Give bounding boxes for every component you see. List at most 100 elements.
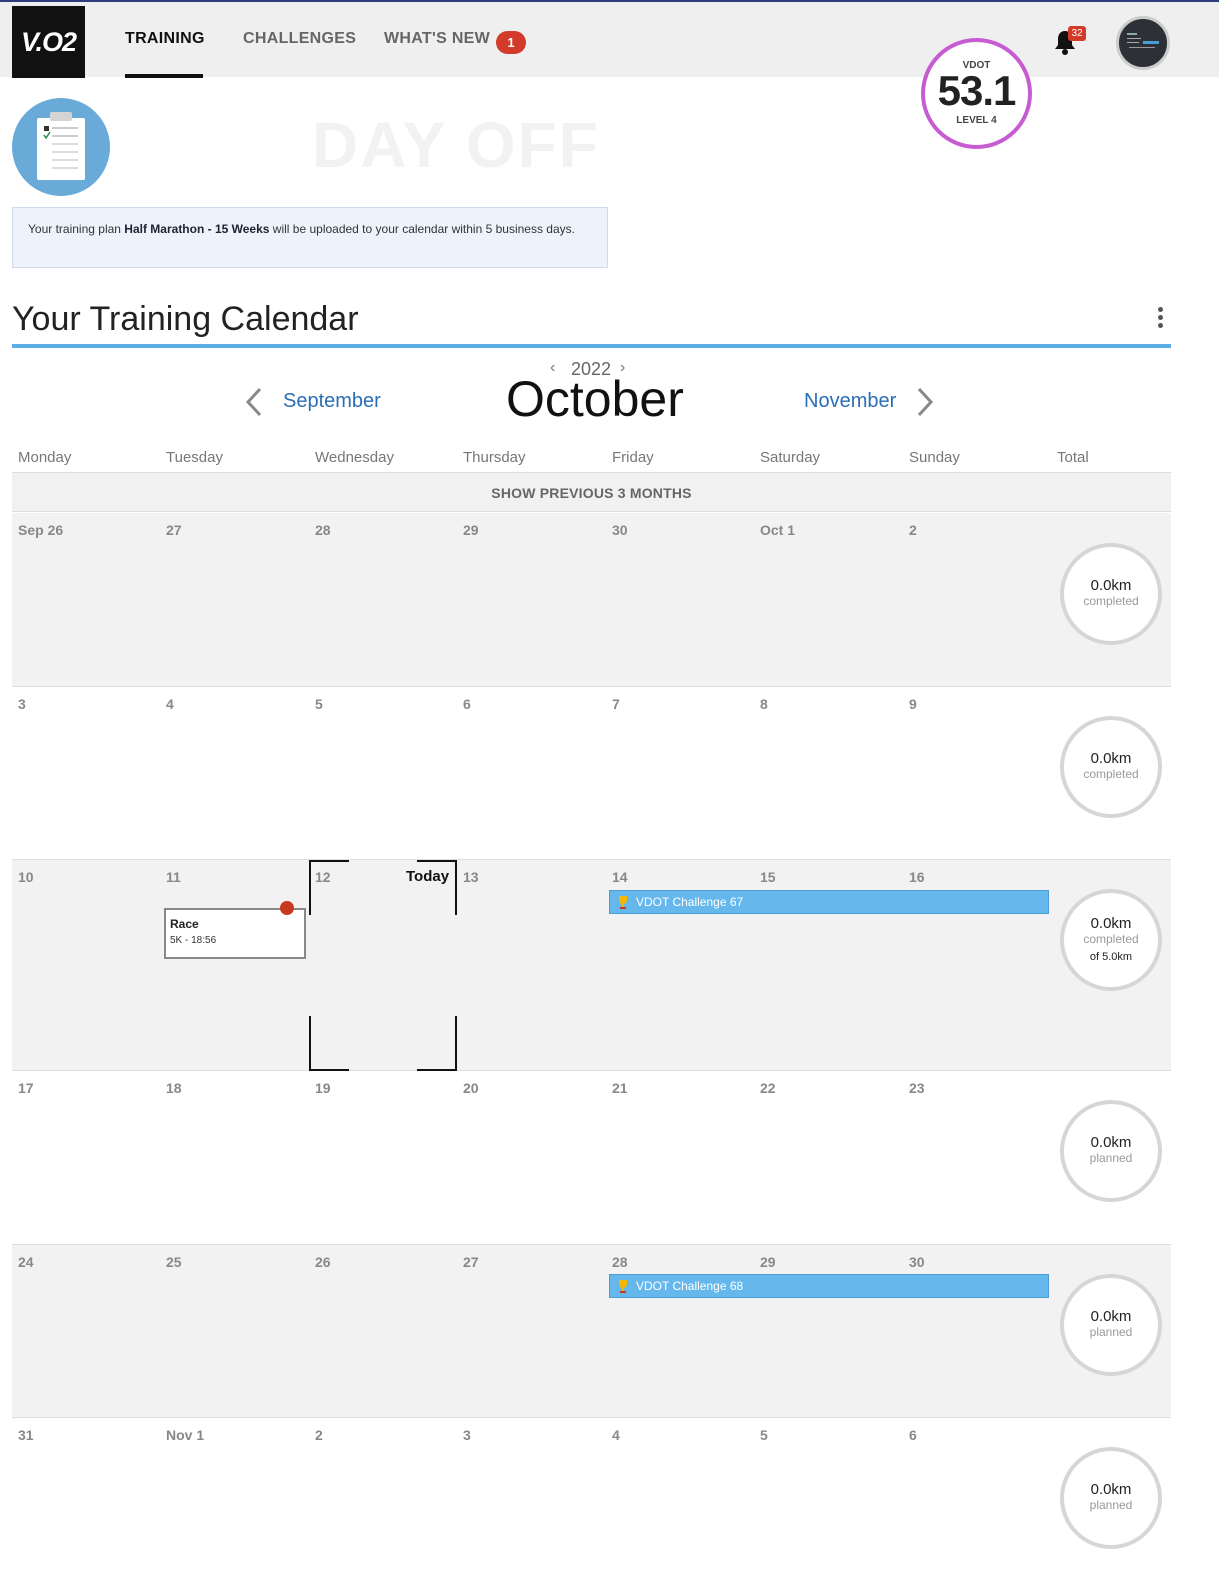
day-number[interactable]: 17 (18, 1080, 34, 1096)
day-number[interactable]: 29 (760, 1254, 776, 1270)
race-detail: 5K - 18:56 (170, 935, 217, 946)
day-number[interactable]: 21 (612, 1080, 628, 1096)
day-number[interactable]: 27 (463, 1254, 479, 1270)
day-number[interactable]: 3 (463, 1427, 471, 1443)
vo2-logo[interactable]: V.O2 (12, 6, 85, 78)
day-number[interactable]: 14 (612, 869, 628, 885)
day-number[interactable]: 6 (909, 1427, 917, 1443)
week-total-km: 0.0km (1090, 1134, 1132, 1151)
notice-prefix: Your training plan (28, 222, 125, 236)
day-number[interactable]: 16 (909, 869, 925, 885)
day-number[interactable]: 13 (463, 869, 479, 885)
week-total-km: 0.0km (1090, 1481, 1132, 1498)
day-number[interactable]: 3 (18, 696, 26, 712)
day-number[interactable]: Nov 1 (166, 1427, 204, 1443)
week-row-current: 10 11 12 Today 13 14 15 16 Race 5K - 18:… (12, 860, 1171, 1071)
day-off-watermark: DAY OFF (312, 109, 600, 181)
tab-whats-new[interactable]: WHAT'S NEW (384, 30, 490, 48)
day-number[interactable]: 2 (315, 1427, 323, 1443)
day-number[interactable]: 2 (909, 522, 917, 538)
day-number[interactable]: 28 (612, 1254, 628, 1270)
day-number[interactable]: 30 (612, 522, 628, 538)
day-number[interactable]: 19 (315, 1080, 331, 1096)
vdot-score-badge[interactable]: VDOT 53.1 LEVEL 4 (921, 38, 1032, 149)
race-title: Race (170, 917, 199, 931)
dow-total: Total (1057, 449, 1089, 466)
vdot-level: LEVEL 4 (956, 115, 997, 126)
chevron-left-icon (245, 387, 262, 417)
today-bracket-corner (309, 860, 349, 915)
week-total-status: completed (1083, 767, 1139, 781)
day-number[interactable]: 4 (166, 696, 174, 712)
week-total-ring: 0.0km planned (1060, 1274, 1162, 1376)
tab-training[interactable]: TRAINING (125, 30, 205, 48)
day-number[interactable]: 5 (315, 696, 323, 712)
week-total-km: 0.0km (1090, 577, 1132, 594)
challenge-event-label: VDOT Challenge 68 (636, 1279, 744, 1293)
day-number[interactable]: 24 (18, 1254, 34, 1270)
day-number[interactable]: Oct 1 (760, 522, 795, 538)
week-row: 31 Nov 1 2 3 4 5 6 0.0km planned (12, 1418, 1171, 1583)
day-number[interactable]: 26 (315, 1254, 331, 1270)
day-number[interactable]: 27 (166, 522, 182, 538)
trophy-icon (619, 896, 627, 909)
challenge-event-label: VDOT Challenge 67 (636, 895, 744, 909)
week-total-status: completed (1083, 932, 1139, 946)
day-number[interactable]: Sep 26 (18, 522, 63, 538)
day-number[interactable]: 5 (760, 1427, 768, 1443)
week-total-km: 0.0km (1090, 750, 1132, 767)
week-total-status: planned (1089, 1498, 1133, 1512)
day-number[interactable]: 22 (760, 1080, 776, 1096)
day-number[interactable]: 25 (166, 1254, 182, 1270)
week-total-status: planned (1089, 1151, 1133, 1165)
today-bracket-corner (417, 1016, 457, 1071)
dow-sunday: Sunday (909, 449, 960, 466)
week-total-status: completed (1083, 594, 1139, 608)
chevron-right-icon (917, 387, 934, 417)
dow-tuesday: Tuesday (166, 449, 223, 466)
day-number[interactable]: 15 (760, 869, 776, 885)
week-row: 24 25 26 27 28 29 30 VDOT Challenge 68 0… (12, 1245, 1171, 1418)
week-total-ring: 0.0km completed (1060, 716, 1162, 818)
day-number[interactable]: 29 (463, 522, 479, 538)
day-number[interactable]: 10 (18, 869, 34, 885)
next-month-label: November (804, 390, 897, 412)
whats-new-badge: 1 (496, 31, 526, 54)
vdot-value: 53.1 (937, 67, 1017, 114)
race-entry-card[interactable]: Race 5K - 18:56 (164, 908, 306, 959)
week-total-target: of 5.0km (1089, 951, 1133, 963)
day-number[interactable]: 28 (315, 522, 331, 538)
notification-count-badge: 32 (1068, 26, 1086, 41)
day-number[interactable]: 4 (612, 1427, 620, 1443)
trophy-icon (619, 1280, 627, 1293)
day-number[interactable]: 30 (909, 1254, 925, 1270)
day-number[interactable]: 11 (166, 869, 181, 885)
top-nav-bar: V.O2 TRAINING CHALLENGES WHAT'S NEW 1 32 (0, 0, 1219, 78)
day-number[interactable]: 7 (612, 696, 620, 712)
week-total-ring: 0.0km completed of 5.0km (1060, 889, 1162, 991)
challenge-event-bar[interactable]: VDOT Challenge 68 (609, 1274, 1049, 1298)
day-number[interactable]: 31 (18, 1427, 34, 1443)
dow-monday: Monday (18, 449, 72, 466)
day-number[interactable]: 18 (166, 1080, 182, 1096)
challenge-event-bar[interactable]: VDOT Challenge 67 (609, 890, 1049, 914)
dow-thursday: Thursday (463, 449, 526, 466)
tab-challenges[interactable]: CHALLENGES (243, 30, 356, 48)
week-total-km: 0.0km (1090, 915, 1132, 932)
more-options-icon[interactable] (1155, 307, 1165, 329)
notice-plan-name: Half Marathon - 15 Weeks (124, 222, 270, 236)
today-bracket-corner (309, 1016, 349, 1071)
week-total-ring: 0.0km planned (1060, 1447, 1162, 1549)
day-number[interactable]: 8 (760, 696, 768, 712)
day-number[interactable]: 20 (463, 1080, 479, 1096)
show-previous-months-button[interactable]: SHOW PREVIOUS 3 MONTHS (12, 472, 1171, 512)
day-number[interactable]: 6 (463, 696, 471, 712)
day-number[interactable]: 23 (909, 1080, 925, 1096)
week-row: 17 18 19 20 21 22 23 0.0km planned (12, 1071, 1171, 1245)
prev-month-label: September (283, 390, 381, 412)
notice-suffix: will be uploaded to your calendar within… (269, 222, 575, 236)
week-row: 3 4 5 6 7 8 9 0.0km completed (12, 687, 1171, 860)
week-row: Sep 26 27 28 29 30 Oct 1 2 0.0km complet… (12, 513, 1171, 687)
user-avatar[interactable] (1116, 16, 1170, 70)
day-number[interactable]: 9 (909, 696, 917, 712)
